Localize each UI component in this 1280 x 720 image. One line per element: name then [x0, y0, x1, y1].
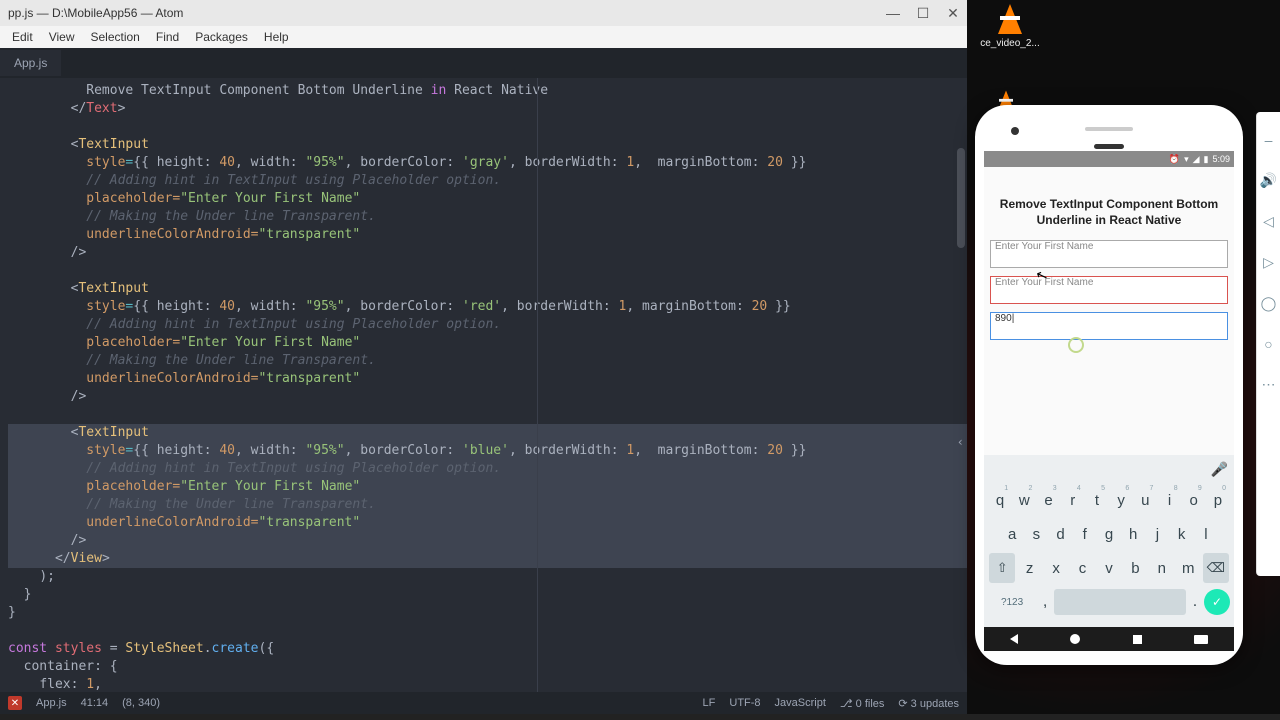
- alarm-icon: ⏰: [1169, 154, 1180, 165]
- key-t[interactable]: t5: [1086, 485, 1108, 515]
- key-w[interactable]: w2: [1013, 485, 1035, 515]
- keyboard-suggestion-bar: 🎤: [984, 455, 1234, 483]
- sidebar-home-icon[interactable]: ○: [1264, 336, 1272, 352]
- window-title: pp.js — D:\MobileApp56 — Atom: [8, 6, 887, 20]
- key-m[interactable]: m: [1176, 553, 1200, 583]
- vertical-scrollbar[interactable]: [957, 148, 965, 248]
- android-status-bar: ⏰ ▾ ◢ ▮ 5:09: [984, 151, 1234, 167]
- vlc-shortcut-label: ce_video_2...: [980, 38, 1040, 49]
- symbols-key[interactable]: ?123: [989, 587, 1035, 617]
- close-pane-button[interactable]: ✕: [8, 696, 22, 710]
- windows-taskbar[interactable]: [0, 714, 1280, 720]
- android-nav-bar: [984, 627, 1234, 651]
- mic-icon[interactable]: 🎤: [1211, 461, 1228, 478]
- key-n[interactable]: n: [1150, 553, 1174, 583]
- sidebar-rotate-right-icon[interactable]: ▷: [1263, 254, 1274, 271]
- key-x[interactable]: x: [1044, 553, 1068, 583]
- key-l[interactable]: l: [1195, 519, 1217, 549]
- key-j[interactable]: j: [1146, 519, 1168, 549]
- key-h[interactable]: h: [1122, 519, 1144, 549]
- comma-key[interactable]: ,: [1036, 593, 1054, 611]
- nav-recent-icon[interactable]: [1133, 635, 1142, 644]
- menu-edit[interactable]: Edit: [4, 28, 41, 46]
- status-language[interactable]: JavaScript: [775, 697, 826, 709]
- sidebar-camera-icon[interactable]: ◯: [1261, 295, 1277, 312]
- signal-icon: ◢: [1193, 154, 1200, 165]
- key-q[interactable]: q1: [989, 485, 1011, 515]
- wrap-guide: [537, 78, 538, 692]
- atom-editor-window: pp.js — D:\MobileApp56 — Atom — ☐ ✕ Edit…: [0, 0, 967, 712]
- tab-app-js[interactable]: App.js: [0, 50, 61, 76]
- key-z[interactable]: z: [1017, 553, 1041, 583]
- battery-icon: ▮: [1204, 154, 1209, 165]
- phone-mic: [1094, 144, 1124, 149]
- status-git-files[interactable]: ⎇ 0 files: [840, 697, 884, 710]
- spacebar-key[interactable]: [1054, 589, 1186, 615]
- key-p[interactable]: p0: [1207, 485, 1229, 515]
- menu-selection[interactable]: Selection: [82, 28, 147, 46]
- vlc-cone-icon: [998, 4, 1022, 34]
- status-cursor-pos[interactable]: 41:14: [81, 697, 109, 709]
- status-encoding[interactable]: UTF-8: [729, 697, 760, 709]
- key-d[interactable]: d: [1049, 519, 1071, 549]
- menu-help[interactable]: Help: [256, 28, 297, 46]
- sidebar-more-icon[interactable]: ⋯: [1262, 376, 1276, 393]
- key-o[interactable]: o9: [1183, 485, 1205, 515]
- tab-bar: App.js: [0, 48, 967, 78]
- close-button[interactable]: ✕: [947, 7, 959, 19]
- menubar: Edit View Selection Find Packages Help: [0, 26, 967, 48]
- app-content: Remove TextInput Component Bottom Underl…: [984, 167, 1234, 455]
- phone-camera-icon: [1011, 127, 1019, 135]
- soft-keyboard: q1w2e3r4t5y6u7i8o9p0 asdfghjkl ⇧ zxcvbnm…: [984, 483, 1234, 627]
- key-r[interactable]: r4: [1062, 485, 1084, 515]
- vlc-desktop-shortcut[interactable]: ce_video_2...: [994, 4, 1026, 49]
- status-filename[interactable]: App.js: [36, 697, 67, 709]
- key-y[interactable]: y6: [1110, 485, 1132, 515]
- window-titlebar: pp.js — D:\MobileApp56 — Atom — ☐ ✕: [0, 0, 967, 26]
- menu-view[interactable]: View: [41, 28, 83, 46]
- maximize-button[interactable]: ☐: [917, 7, 929, 19]
- key-i[interactable]: i8: [1158, 485, 1180, 515]
- status-selection: (8, 340): [122, 697, 160, 709]
- key-a[interactable]: a: [1001, 519, 1023, 549]
- sidebar-dash-icon[interactable]: –: [1265, 132, 1273, 148]
- emulator-sidebar: – 🔊 ◁ ▷ ◯ ○ ⋯: [1256, 112, 1280, 576]
- backspace-key[interactable]: ⌫: [1203, 553, 1229, 583]
- status-eol[interactable]: LF: [703, 697, 716, 709]
- sidebar-speaker-icon[interactable]: 🔊: [1260, 172, 1277, 189]
- minimize-button[interactable]: —: [887, 7, 899, 19]
- android-emulator: ⏰ ▾ ◢ ▮ 5:09 Remove TextInput Component …: [975, 105, 1243, 665]
- clock-text: 5:09: [1212, 154, 1230, 164]
- phone-speaker: [1085, 127, 1133, 131]
- key-u[interactable]: u7: [1134, 485, 1156, 515]
- key-f[interactable]: f: [1074, 519, 1096, 549]
- key-s[interactable]: s: [1025, 519, 1047, 549]
- nav-back-icon[interactable]: [1010, 634, 1018, 644]
- key-e[interactable]: e3: [1037, 485, 1059, 515]
- period-key[interactable]: .: [1186, 593, 1204, 611]
- enter-key[interactable]: ✓: [1204, 589, 1230, 615]
- collapse-caret-icon[interactable]: ‹: [957, 433, 964, 451]
- sidebar-rotate-left-icon[interactable]: ◁: [1263, 213, 1274, 230]
- text-input-blue[interactable]: 890|: [990, 312, 1228, 340]
- key-k[interactable]: k: [1171, 519, 1193, 549]
- key-c[interactable]: c: [1070, 553, 1094, 583]
- phone-screen: ⏰ ▾ ◢ ▮ 5:09 Remove TextInput Component …: [984, 151, 1234, 651]
- nav-home-icon[interactable]: [1070, 634, 1080, 644]
- key-b[interactable]: b: [1123, 553, 1147, 583]
- menu-find[interactable]: Find: [148, 28, 187, 46]
- shift-key[interactable]: ⇧: [989, 553, 1015, 583]
- menu-packages[interactable]: Packages: [187, 28, 256, 46]
- wifi-icon: ▾: [1184, 154, 1189, 165]
- text-input-red[interactable]: Enter Your First Name: [990, 276, 1228, 304]
- touch-indicator-icon: [1068, 337, 1084, 353]
- app-heading: Remove TextInput Component Bottom Underl…: [990, 197, 1228, 228]
- key-g[interactable]: g: [1098, 519, 1120, 549]
- code-editor[interactable]: ‹ Remove TextInput Component Bottom Unde…: [0, 78, 967, 692]
- status-bar: ✕ App.js 41:14 (8, 340) LF UTF-8 JavaScr…: [0, 692, 967, 714]
- key-v[interactable]: v: [1097, 553, 1121, 583]
- status-updates[interactable]: ⟳ 3 updates: [898, 697, 959, 710]
- nav-keyboard-icon[interactable]: [1194, 635, 1208, 644]
- text-input-gray[interactable]: Enter Your First Name: [990, 240, 1228, 268]
